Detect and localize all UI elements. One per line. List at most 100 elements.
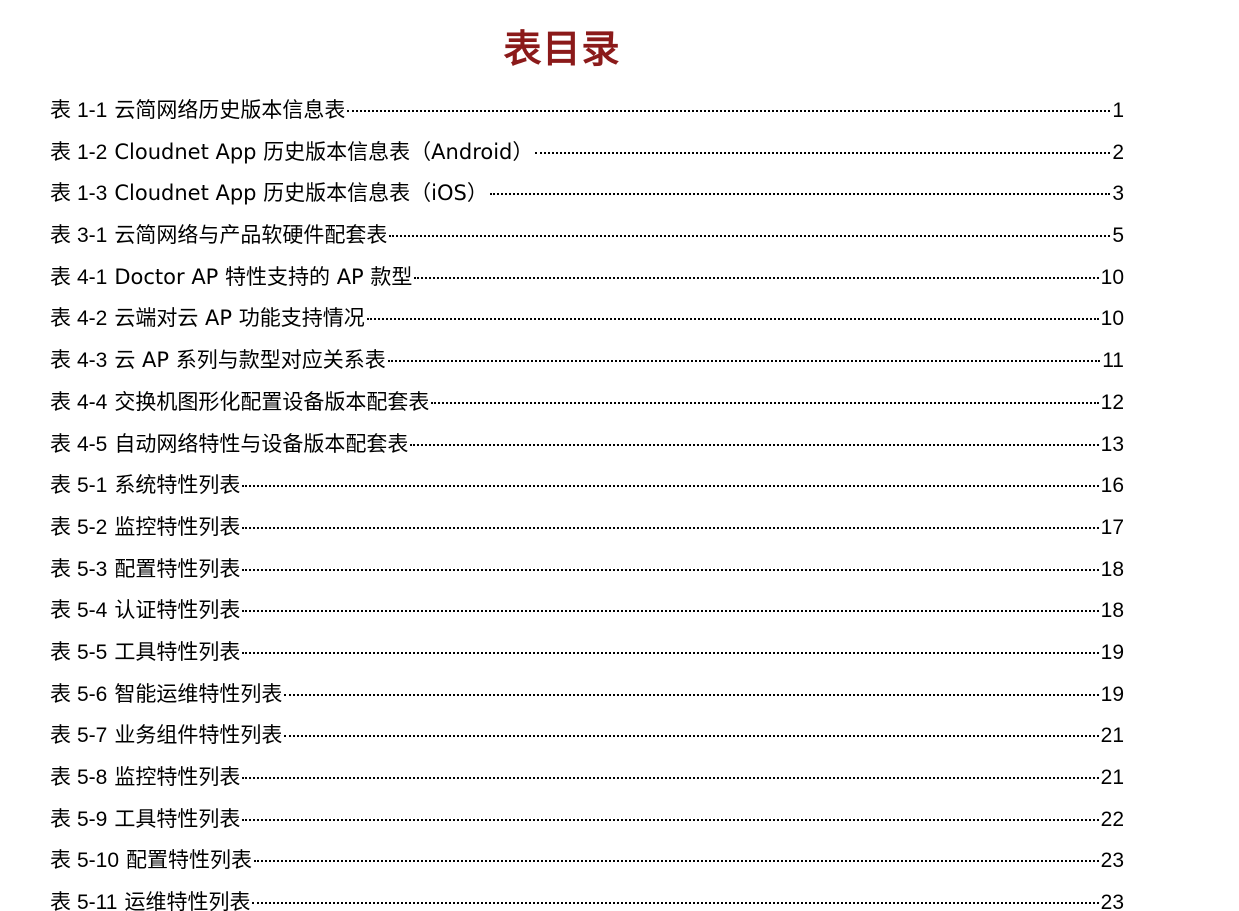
toc-entry-number: 5-6 xyxy=(77,682,108,706)
toc-entry-page-number: 22 xyxy=(1100,807,1124,831)
toc-entry-page-number: 23 xyxy=(1100,849,1124,873)
toc-entry-number: 1-1 xyxy=(77,99,108,122)
toc-dot-leader xyxy=(535,151,1111,154)
toc-entry[interactable]: 表 1-1 云简网络历史版本信息表 1 xyxy=(50,90,1124,132)
toc-entry[interactable]: 表 5-5 工具特性列表 19 xyxy=(50,632,1124,674)
toc-entry-prefix: 表 xyxy=(50,723,71,748)
toc-entry-prefix: 表 xyxy=(50,765,71,789)
table-of-contents-list: 表 1-1 云简网络历史版本信息表 1 表 1-2 Cloudnet App 历… xyxy=(50,90,1124,911)
toc-entry-title: 监控特性列表 xyxy=(114,765,241,789)
toc-entry-prefix: 表 xyxy=(50,598,71,623)
toc-entry-page-number: 21 xyxy=(1100,724,1124,748)
toc-dot-leader xyxy=(254,860,1099,863)
toc-entry[interactable]: 表 1-3 Cloudnet App 历史版本信息表（iOS） 3 xyxy=(50,173,1124,215)
toc-entry-page-number: 13 xyxy=(1100,432,1124,456)
toc-entry-page-number: 19 xyxy=(1100,682,1124,706)
toc-entry[interactable]: 表 1-2 Cloudnet App 历史版本信息表（Android） 2 xyxy=(50,132,1124,174)
toc-dot-leader xyxy=(489,193,1111,196)
toc-dot-leader xyxy=(389,235,1111,238)
toc-entry-page-number: 12 xyxy=(1100,390,1124,414)
toc-dot-leader xyxy=(242,485,1099,488)
toc-entry-number: 4-2 xyxy=(77,307,108,331)
toc-entry-prefix: 表 xyxy=(50,514,71,539)
toc-dot-leader xyxy=(242,818,1099,821)
toc-entry-page-number: 2 xyxy=(1112,140,1124,164)
toc-dot-leader xyxy=(242,777,1099,779)
toc-entry-prefix: 表 xyxy=(50,431,71,456)
toc-entry-page-number: 11 xyxy=(1102,349,1124,373)
toc-entry-number: 5-5 xyxy=(77,640,108,664)
toc-entry-prefix: 表 xyxy=(50,139,71,164)
toc-entry-page-number: 10 xyxy=(1100,265,1124,289)
toc-entry-page-number: 18 xyxy=(1100,557,1124,581)
toc-entry-prefix: 表 xyxy=(50,556,71,581)
toc-entry-title: 云端对云 AP 功能支持情况 xyxy=(114,306,365,331)
toc-entry-prefix: 表 xyxy=(50,848,71,873)
toc-entry-number: 1-2 xyxy=(77,140,108,164)
toc-entry-number: 5-1 xyxy=(77,474,108,498)
toc-entry-title: 云 AP 系列与款型对应关系表 xyxy=(114,348,386,373)
toc-dot-leader xyxy=(242,526,1099,529)
toc-entry-number: 4-3 xyxy=(77,349,108,373)
toc-entry-title: 认证特性列表 xyxy=(114,598,241,623)
toc-entry-prefix: 表 xyxy=(50,181,71,206)
toc-entry-page-number: 19 xyxy=(1100,640,1124,664)
toc-entry[interactable]: 表 4-3 云 AP 系列与款型对应关系表 11 xyxy=(50,340,1124,382)
toc-entry[interactable]: 表 5-7 业务组件特性列表 21 xyxy=(50,715,1124,757)
toc-entry-prefix: 表 xyxy=(50,806,71,831)
toc-entry-page-number: 21 xyxy=(1100,766,1124,789)
toc-dot-leader xyxy=(242,610,1099,613)
toc-entry-page-number: 5 xyxy=(1112,224,1124,248)
toc-dot-leader xyxy=(284,693,1099,696)
toc-entry-title: Doctor AP 特性支持的 AP 款型 xyxy=(114,264,413,289)
toc-entry-title: 智能运维特性列表 xyxy=(114,681,283,706)
toc-entry-page-number: 10 xyxy=(1100,307,1124,331)
toc-dot-leader xyxy=(414,276,1099,279)
toc-entry[interactable]: 表 5-3 配置特性列表 18 xyxy=(50,549,1124,591)
toc-entry-prefix: 表 xyxy=(50,98,71,122)
page-title: 表目录 xyxy=(503,27,621,72)
toc-entry[interactable]: 表 5-10 配置特性列表 23 xyxy=(50,840,1124,882)
toc-dot-leader xyxy=(252,902,1099,905)
toc-entry[interactable]: 表 5-11 运维特性列表 23 xyxy=(50,882,1124,911)
toc-entry-page-number: 18 xyxy=(1100,599,1124,623)
toc-entry-number: 5-2 xyxy=(77,515,108,539)
toc-entry[interactable]: 表 4-4 交换机图形化配置设备版本配套表 12 xyxy=(50,382,1124,424)
toc-entry-title: 系统特性列表 xyxy=(114,473,241,498)
toc-dot-leader xyxy=(242,568,1099,571)
toc-entry[interactable]: 表 5-8 监控特性列表 21 xyxy=(50,757,1124,799)
toc-entry-number: 5-9 xyxy=(77,807,108,831)
toc-entry[interactable]: 表 3-1 云简网络与产品软硬件配套表 5 xyxy=(50,215,1124,257)
toc-entry[interactable]: 表 4-1 Doctor AP 特性支持的 AP 款型 10 xyxy=(50,257,1124,299)
toc-entry-title: 自动网络特性与设备版本配套表 xyxy=(114,431,409,456)
toc-entry-prefix: 表 xyxy=(50,681,71,706)
toc-entry[interactable]: 表 4-2 云端对云 AP 功能支持情况 10 xyxy=(50,298,1124,340)
toc-entry-title: 交换机图形化配置设备版本配套表 xyxy=(114,389,430,414)
toc-entry-title: 配置特性列表 xyxy=(114,556,241,581)
toc-entry-number: 5-7 xyxy=(77,724,108,748)
toc-entry-title: 运维特性列表 xyxy=(124,890,251,911)
toc-entry-prefix: 表 xyxy=(50,306,71,331)
toc-entry[interactable]: 表 4-5 自动网络特性与设备版本配套表 13 xyxy=(50,424,1124,466)
toc-entry-title: Cloudnet App 历史版本信息表（Android） xyxy=(114,139,534,164)
toc-entry-title: 云简网络与产品软硬件配套表 xyxy=(114,223,388,248)
toc-dot-leader xyxy=(284,735,1099,738)
toc-entry-number: 1-3 xyxy=(77,182,108,206)
toc-entry-title: 监控特性列表 xyxy=(114,514,241,539)
toc-entry-page-number: 17 xyxy=(1100,515,1124,539)
toc-dot-leader xyxy=(410,443,1099,446)
toc-entry[interactable]: 表 5-9 工具特性列表 22 xyxy=(50,799,1124,841)
toc-entry-title: Cloudnet App 历史版本信息表（iOS） xyxy=(114,181,488,206)
toc-dot-leader xyxy=(387,360,1101,363)
toc-entry-title: 工具特性列表 xyxy=(114,639,241,664)
toc-entry[interactable]: 表 5-1 系统特性列表 16 xyxy=(50,465,1124,507)
toc-entry-number: 4-4 xyxy=(77,390,108,414)
toc-entry-number: 5-10 xyxy=(77,849,120,873)
toc-entry[interactable]: 表 5-6 智能运维特性列表 19 xyxy=(50,674,1124,716)
toc-entry-number: 5-3 xyxy=(77,557,108,581)
toc-dot-leader xyxy=(242,651,1099,654)
toc-entry[interactable]: 表 5-2 监控特性列表 17 xyxy=(50,507,1124,549)
toc-entry-title: 云简网络历史版本信息表 xyxy=(114,98,346,122)
toc-entry[interactable]: 表 5-4 认证特性列表 18 xyxy=(50,590,1124,632)
toc-entry-title: 工具特性列表 xyxy=(114,806,241,831)
